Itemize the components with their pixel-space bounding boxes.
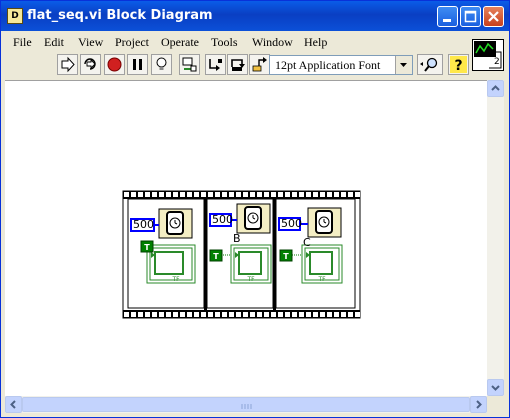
highlight-execution-button[interactable] bbox=[151, 54, 172, 75]
scroll-up-button[interactable] bbox=[487, 80, 504, 97]
pause-icon bbox=[133, 59, 142, 70]
stop-icon bbox=[107, 57, 122, 72]
minimize-icon bbox=[443, 19, 451, 22]
minimize-button[interactable] bbox=[437, 6, 458, 27]
zoom-button[interactable] bbox=[417, 54, 443, 75]
chevron-down-icon[interactable] bbox=[395, 56, 412, 74]
close-button[interactable] bbox=[483, 6, 504, 27]
chevron-right-icon bbox=[476, 400, 482, 409]
window-title: flat_seq.vi Block Diagram bbox=[27, 8, 213, 23]
menu-view[interactable]: View bbox=[78, 35, 103, 50]
boolean-indicator-1: TF bbox=[171, 276, 180, 283]
step-over-icon bbox=[231, 59, 245, 71]
vi-connector-icon[interactable]: 2 bbox=[472, 39, 504, 71]
menu-operate[interactable]: Operate bbox=[161, 35, 199, 50]
toolbar: 12pt Application Font ? bbox=[1, 53, 471, 79]
flat-sequence-structure[interactable]: T T T TF TF TF bbox=[5, 81, 487, 396]
menu-tools[interactable]: Tools bbox=[211, 35, 238, 50]
scroll-right-button[interactable] bbox=[470, 396, 487, 413]
horizontal-scrollbar[interactable] bbox=[5, 396, 487, 413]
run-arrow-icon bbox=[61, 56, 75, 73]
font-select-value: 12pt Application Font bbox=[275, 58, 381, 72]
menu-project[interactable]: Project bbox=[115, 35, 149, 50]
title-bar[interactable]: D flat_seq.vi Block Diagram bbox=[1, 1, 509, 31]
boolean-indicator-3: TF bbox=[317, 276, 326, 283]
menu-help[interactable]: Help bbox=[304, 35, 327, 50]
run-continuously-icon bbox=[84, 58, 96, 70]
wait-timer-node-1 bbox=[158, 208, 193, 239]
numeric-constant-3[interactable]: 500 bbox=[278, 217, 302, 231]
menu-bar: File Edit View Project Operate Tools Win… bbox=[1, 31, 471, 53]
scroll-left-button[interactable] bbox=[5, 396, 22, 413]
menu-window[interactable]: Window bbox=[252, 35, 293, 50]
step-over-button[interactable] bbox=[227, 54, 248, 75]
numeric-constant-2[interactable]: 500 bbox=[209, 213, 233, 227]
horizontal-scroll-thumb[interactable] bbox=[22, 397, 470, 412]
vertical-scrollbar[interactable] bbox=[487, 80, 504, 396]
menu-edit[interactable]: Edit bbox=[44, 35, 64, 50]
close-icon bbox=[488, 11, 499, 22]
resize-grip[interactable] bbox=[487, 396, 504, 413]
chevron-down-icon bbox=[491, 385, 500, 391]
abort-button[interactable] bbox=[104, 54, 125, 75]
probe-icon bbox=[182, 57, 197, 72]
maximize-icon bbox=[464, 10, 477, 23]
scroll-down-button[interactable] bbox=[487, 379, 504, 396]
chevron-up-icon bbox=[491, 85, 500, 91]
block-diagram-window: D flat_seq.vi Block Diagram File Edit Vi… bbox=[0, 0, 510, 418]
wait-timer-node-3 bbox=[307, 207, 342, 238]
vi-icon-number: 2 bbox=[494, 57, 500, 67]
font-select[interactable]: 12pt Application Font bbox=[269, 55, 413, 75]
step-out-icon bbox=[252, 57, 267, 72]
menu-file[interactable]: File bbox=[13, 35, 32, 50]
boolean-indicator-2: TF bbox=[246, 276, 255, 283]
step-out-button[interactable] bbox=[249, 54, 270, 75]
chevron-left-icon bbox=[10, 400, 16, 409]
frame-label-c: C bbox=[303, 236, 311, 249]
step-into-icon bbox=[209, 59, 222, 71]
grip-icon bbox=[241, 404, 252, 409]
wait-timer-node-2 bbox=[236, 203, 271, 234]
pause-button[interactable] bbox=[127, 54, 148, 75]
true-constant-1: T bbox=[144, 243, 150, 252]
maximize-button[interactable] bbox=[460, 6, 481, 27]
numeric-constant-1[interactable]: 500 bbox=[130, 218, 155, 232]
true-constant-2: T bbox=[213, 252, 219, 261]
lightbulb-icon bbox=[156, 57, 167, 70]
magnifier-icon bbox=[420, 57, 438, 72]
run-continuously-button[interactable] bbox=[80, 54, 101, 75]
run-button[interactable] bbox=[57, 54, 78, 75]
block-diagram-canvas[interactable]: T T T TF TF TF 500 500 500 B C bbox=[5, 80, 487, 396]
context-help-button[interactable]: ? bbox=[448, 54, 469, 75]
step-into-button[interactable] bbox=[205, 54, 226, 75]
svg-text:?: ? bbox=[454, 58, 462, 74]
help-question-icon: ? bbox=[450, 56, 467, 74]
labview-app-icon[interactable]: D bbox=[7, 8, 23, 24]
retain-wire-values-button[interactable] bbox=[179, 54, 200, 75]
true-constant-3: T bbox=[283, 252, 289, 261]
frame-label-b: B bbox=[233, 232, 241, 245]
